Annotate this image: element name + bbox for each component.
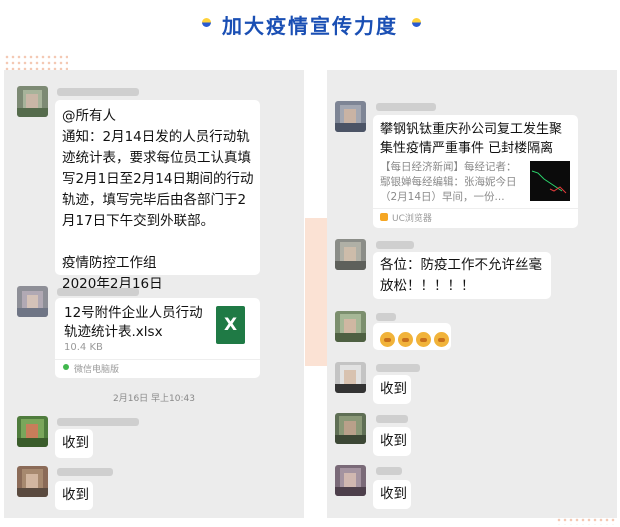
fist-emoji-icon (380, 332, 395, 347)
message-text: 收到 (380, 433, 407, 449)
message-text: 收到 (62, 487, 89, 503)
excel-icon: X (216, 306, 245, 344)
fist-emoji-icon (434, 332, 449, 347)
message-bubble: 各位：防疫工作不允许丝毫放松！！！！！ (373, 252, 551, 299)
sender-name-blurred (57, 288, 139, 296)
fist-emoji-icon (416, 332, 431, 347)
message-bubble: 收到 (55, 481, 93, 510)
file-source: 微信电脑版 (74, 365, 120, 375)
link-source: UC浏览器 (392, 214, 432, 224)
sender-name-blurred (57, 418, 139, 426)
link-title: 攀钢钒钛重庆孙公司复工发生聚集性疫情严重事件 已封楼隔离 (380, 122, 563, 156)
sender-name-blurred (376, 467, 402, 475)
divider (55, 359, 260, 360)
decor-strip (305, 218, 327, 366)
message-bubble: 收到 (373, 480, 411, 509)
sender-name-blurred (376, 103, 436, 111)
avatar (17, 286, 48, 317)
avatar (335, 413, 366, 444)
link-description: 【每日经济新闻】每经记者：鄢银婵每经编辑：张海妮今日（2月14日）早间，一份..… (380, 161, 517, 203)
sender-name-blurred (376, 241, 414, 249)
uc-browser-icon (380, 213, 388, 221)
link-thumbnail (530, 161, 570, 201)
avatar (17, 466, 48, 497)
file-message-card[interactable]: 12号附件企业人员行动轨迹统计表.xlsx 10.4 KB X 微信电脑版 (55, 298, 260, 378)
message-text: 收到 (380, 486, 407, 502)
avatar (17, 416, 48, 447)
message-bubble: 收到 (55, 429, 93, 458)
sender-name-blurred (376, 313, 396, 321)
wechat-icon (63, 364, 69, 370)
message-text: 收到 (380, 381, 407, 397)
link-card[interactable]: 攀钢钒钛重庆孙公司复工发生聚集性疫情严重事件 已封楼隔离 【每日经济新闻】每经记… (373, 115, 578, 228)
sender-name-blurred (376, 415, 408, 423)
avatar (335, 101, 366, 132)
avatar (335, 465, 366, 496)
message-bubble: 收到 (373, 427, 411, 456)
avatar (335, 239, 366, 270)
divider (373, 208, 578, 209)
sender-name-blurred (57, 88, 139, 96)
message-bubble: 收到 (373, 375, 411, 404)
emoji-row (380, 329, 452, 348)
emoji-message-bubble (373, 323, 451, 350)
file-size: 10.4 KB (64, 342, 103, 353)
timestamp: 2月16日 早上10:43 (113, 394, 195, 404)
page-header: 加大疫情宣传力度 (0, 0, 620, 46)
file-name: 12号附件企业人员行动轨迹统计表.xlsx (64, 305, 203, 340)
avatar (17, 86, 48, 117)
message-text: 各位：防疫工作不允许丝毫放松！！！！！ (380, 257, 542, 294)
message-text: @所有人 通知：2月14日发的人员行动轨迹统计表，要求每位员工认真填写2月1日至… (62, 108, 254, 292)
message-text: 收到 (62, 435, 89, 451)
decor-dots (4, 54, 68, 70)
avatar (335, 362, 366, 393)
sender-name-blurred (57, 468, 113, 476)
bullet-dot-icon (412, 18, 421, 27)
sender-name-blurred (376, 364, 420, 372)
message-bubble: @所有人 通知：2月14日发的人员行动轨迹统计表，要求每位员工认真填写2月1日至… (55, 100, 260, 292)
avatar (335, 311, 366, 342)
fist-emoji-icon (398, 332, 413, 347)
page-title: 加大疫情宣传力度 (222, 14, 398, 38)
